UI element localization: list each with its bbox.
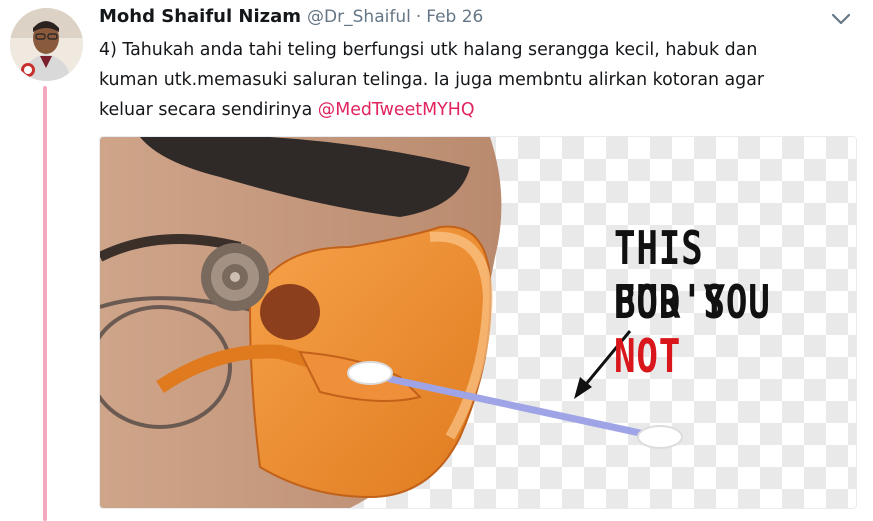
avatar-image bbox=[10, 8, 83, 81]
mention-link[interactable]: @MedTweetMYHQ bbox=[318, 100, 475, 120]
header-separator: · bbox=[415, 7, 422, 27]
tweet-text-line: 4) Tahukah anda tahi teling berfungsi ut… bbox=[99, 40, 758, 60]
tweet-text: 4) Tahukah anda tahi teling berfungsi ut… bbox=[99, 35, 839, 125]
author-name[interactable]: Mohd Shaiful Nizam bbox=[99, 6, 301, 27]
thread-connector-line bbox=[43, 86, 47, 521]
chevron-down-icon[interactable] bbox=[830, 12, 852, 26]
caption-emphasis: NOT bbox=[614, 329, 682, 383]
tweet-text-line: kuman utk.memasuki saluran telinga. Ia j… bbox=[99, 70, 765, 90]
avatar[interactable] bbox=[10, 8, 83, 81]
image-caption-line2: FOR YOU bbox=[614, 275, 771, 329]
tweet-media[interactable]: THIS BUD'S NOT FOR YOU bbox=[99, 136, 857, 509]
tweet-text-line: keluar secara sendirinya @MedTweetMYHQ bbox=[99, 95, 839, 125]
tweet-text-fragment: keluar secara sendirinya bbox=[99, 100, 318, 120]
tweet-header: Mohd Shaiful Nizam @Dr_Shaiful · Feb 26 bbox=[99, 6, 483, 32]
author-handle[interactable]: @Dr_Shaiful bbox=[307, 7, 411, 27]
tweet-date[interactable]: Feb 26 bbox=[426, 7, 483, 27]
